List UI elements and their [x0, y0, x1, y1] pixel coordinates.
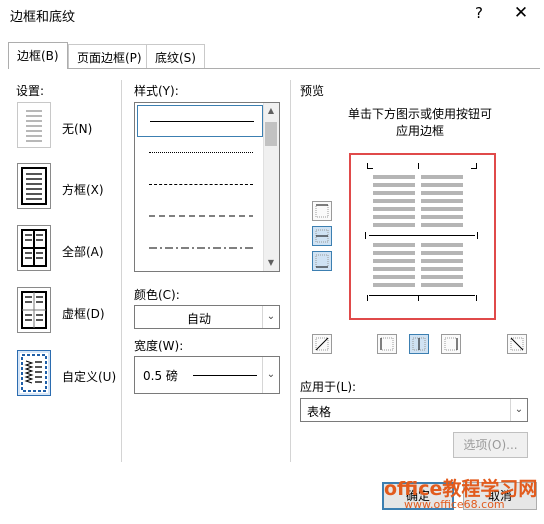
preset-none-label[interactable]: 无(N) [62, 120, 92, 137]
line-style-solid[interactable] [137, 105, 263, 137]
apply-to-label: 应用于(L): [300, 380, 357, 394]
border-left-icon [380, 337, 394, 351]
preset-box-label[interactable]: 方框(X) [62, 181, 104, 198]
line-style-dashed-small[interactable] [137, 169, 263, 201]
border-none-icon [26, 110, 42, 142]
border-custom-icon [21, 354, 47, 392]
scroll-thumb[interactable] [265, 122, 277, 146]
scroll-up-icon[interactable]: ▲ [263, 106, 279, 118]
line-style-dotted[interactable] [137, 137, 263, 169]
border-inside-vertical-toggle[interactable] [409, 334, 429, 354]
tab-borders[interactable]: 边框(B) [8, 42, 68, 69]
preset-all-label[interactable]: 全部(A) [62, 243, 104, 260]
border-inside-horizontal-toggle[interactable] [312, 226, 332, 246]
width-value: 0.5 磅 [143, 369, 178, 383]
window-title: 边框和底纹 [10, 10, 76, 25]
style-label: 样式(Y): [134, 84, 179, 98]
border-bottom-toggle[interactable] [312, 251, 332, 271]
line-style-dash-dot[interactable] [137, 233, 263, 265]
line-style-list[interactable] [134, 102, 280, 272]
chevron-down-icon: ⌄ [262, 306, 279, 328]
border-diagonal-down-toggle[interactable] [507, 334, 527, 354]
preset-all-button[interactable] [17, 225, 51, 271]
border-inside-horizontal-icon [315, 229, 329, 243]
border-diagonal-up-toggle[interactable] [312, 334, 332, 354]
chevron-down-icon: ⌄ [510, 399, 527, 421]
divider [290, 80, 291, 462]
border-left-toggle[interactable] [377, 334, 397, 354]
preset-box-button[interactable] [17, 163, 51, 209]
watermark-title: office教程学习网 [384, 478, 538, 500]
preset-grid-button[interactable] [17, 287, 51, 333]
apply-to-dropdown[interactable]: 表格 ⌄ [300, 398, 528, 422]
width-dropdown[interactable]: 0.5 磅 ⌄ [134, 356, 280, 394]
tab-shading[interactable]: 底纹(S) [146, 44, 205, 68]
preset-custom-label[interactable]: 自定义(U) [62, 368, 116, 385]
tab-page-border[interactable]: 页面边框(P) [68, 44, 151, 68]
border-bottom-icon [315, 254, 329, 268]
preview-label: 预览 [300, 84, 325, 98]
options-button[interactable]: 选项(O)... [453, 432, 528, 458]
line-style-dashed-large[interactable] [137, 201, 263, 233]
border-inside-vertical-icon [412, 337, 426, 351]
preview-area[interactable] [349, 153, 496, 320]
watermark-url: www.office68.com [404, 498, 505, 511]
width-sample-line [193, 375, 257, 376]
divider [121, 80, 122, 462]
border-right-icon [444, 337, 458, 351]
border-all-icon [21, 229, 47, 267]
preset-grid-label[interactable]: 虚框(D) [62, 305, 105, 322]
width-label: 宽度(W): [134, 339, 184, 353]
border-top-toggle[interactable] [312, 201, 332, 221]
preview-hint: 单击下方图示或使用按钮可 应用边框 [347, 107, 492, 138]
preset-none-button[interactable] [17, 102, 51, 148]
preset-custom-button[interactable] [17, 350, 51, 396]
border-top-icon [315, 204, 329, 218]
scroll-down-icon[interactable]: ▼ [263, 258, 279, 270]
color-dropdown[interactable]: 自动 ⌄ [134, 305, 280, 329]
diagonal-down-icon [510, 337, 524, 351]
color-value: 自动 [186, 312, 211, 326]
apply-to-value: 表格 [307, 405, 332, 419]
close-button[interactable]: ✕ [510, 3, 532, 25]
border-grid-icon [21, 291, 47, 329]
chevron-down-icon: ⌄ [262, 357, 279, 393]
help-button[interactable]: ? [470, 4, 488, 24]
color-label: 颜色(C): [134, 288, 180, 302]
diagonal-up-icon [315, 337, 329, 351]
tab-divider [8, 68, 540, 69]
border-box-icon [21, 167, 47, 205]
border-right-toggle[interactable] [441, 334, 461, 354]
settings-label: 设置: [16, 84, 45, 98]
